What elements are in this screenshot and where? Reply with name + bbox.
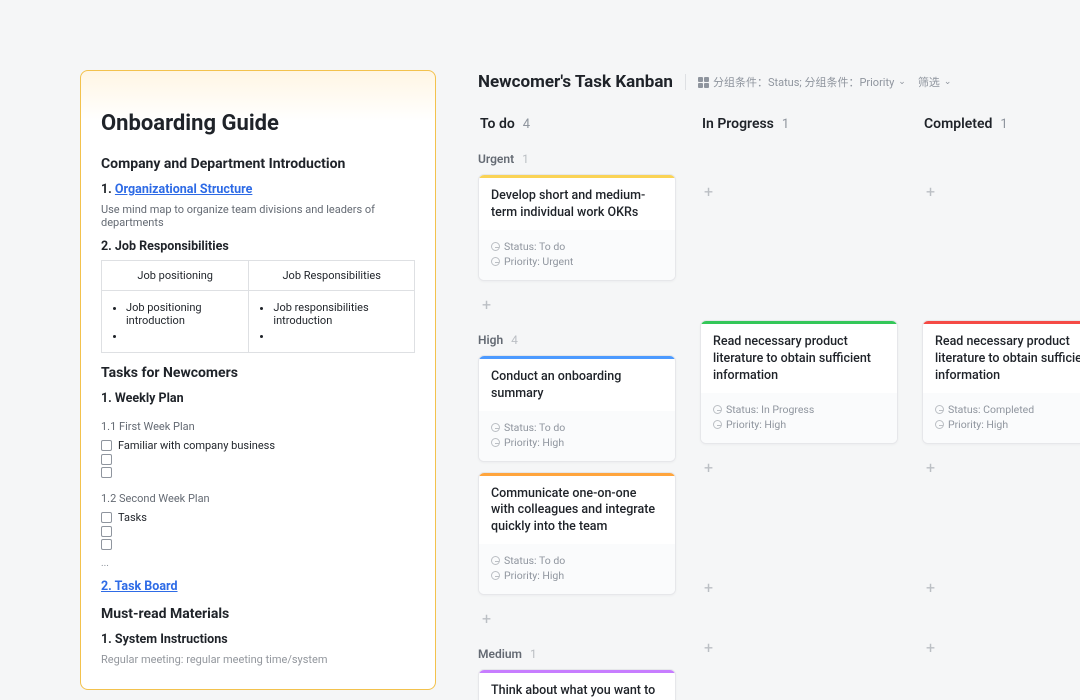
checklist-item[interactable]: Tasks: [101, 511, 415, 524]
table-header-positioning: Job positioning: [102, 261, 249, 291]
kanban-board: Newcomer's Task Kanban 分组条件：Status; 分组条件…: [478, 72, 1080, 700]
group-by-control[interactable]: 分组条件：Status; 分组条件：Priority ⌄: [698, 74, 906, 90]
priority-icon: [491, 438, 500, 447]
checklist-item[interactable]: [101, 467, 415, 478]
status-icon: [491, 242, 500, 251]
card-meta: Status: To do Priority: High: [479, 544, 675, 594]
add-card-button[interactable]: +: [478, 291, 676, 327]
column-header: Completed 1: [922, 110, 1080, 146]
kanban-card[interactable]: Think about what you want to do? What do…: [478, 669, 676, 700]
kanban-card[interactable]: Develop short and medium-term individual…: [478, 174, 676, 281]
section-tasks-newcomers: Tasks for Newcomers: [101, 365, 415, 381]
column-header: To do 4: [478, 110, 676, 146]
item-task-board: 2. Task Board: [101, 579, 415, 594]
card-title: Develop short and medium-term individual…: [479, 178, 675, 230]
table-cell: Job positioning introduction: [102, 291, 249, 353]
kanban-card[interactable]: Conduct an onboarding summary Status: To…: [478, 355, 676, 462]
add-card-button[interactable]: +: [700, 634, 898, 670]
card-meta: Status: In Progress Priority: High: [701, 393, 897, 443]
link-task-board[interactable]: 2. Task Board: [101, 579, 178, 594]
onboarding-guide-panel: Onboarding Guide Company and Department …: [80, 70, 436, 690]
checkbox-icon[interactable]: [101, 512, 112, 523]
kanban-header: Newcomer's Task Kanban 分组条件：Status; 分组条件…: [478, 72, 1080, 92]
kanban-card[interactable]: Read necessary product literature to obt…: [700, 320, 898, 444]
doc-title: Onboarding Guide: [101, 111, 415, 136]
column-header: In Progress 1: [700, 110, 898, 146]
week1-label: 1.1 First Week Plan: [101, 420, 415, 433]
priority-icon: [491, 571, 500, 580]
group-medium-header[interactable]: Medium 1: [478, 647, 676, 661]
priority-icon: [491, 257, 500, 266]
week2-label: 1.2 Second Week Plan: [101, 492, 415, 505]
add-card-button[interactable]: +: [700, 454, 898, 490]
card-title: Read necessary product literature to obt…: [701, 324, 897, 393]
checklist-item[interactable]: [101, 454, 415, 465]
add-card-button[interactable]: +: [922, 454, 1080, 490]
group-urgent-header[interactable]: Urgent 1: [478, 152, 676, 166]
card-title: Think about what you want to do? What do…: [479, 673, 675, 700]
add-card-button[interactable]: +: [922, 574, 1080, 610]
chevron-down-icon: ⌄: [944, 77, 952, 87]
table-header-responsibilities: Job Responsibilities: [249, 261, 415, 291]
checkbox-icon[interactable]: [101, 467, 112, 478]
item-system-instructions: 1. System Instructions: [101, 632, 415, 647]
item-job-responsibilities: 2. Job Responsibilities: [101, 239, 415, 254]
checklist-item[interactable]: [101, 539, 415, 550]
kanban-card[interactable]: Read necessary product literature to obt…: [922, 320, 1080, 444]
item-org-structure: 1. Organizational Structure: [101, 182, 415, 197]
divider: [685, 74, 686, 90]
chevron-down-icon: ⌄: [898, 77, 906, 87]
org-structure-desc: Use mind map to organize team divisions …: [101, 203, 415, 229]
checkbox-icon[interactable]: [101, 454, 112, 465]
checklist-item[interactable]: Familiar with company business: [101, 439, 415, 452]
section-company-intro: Company and Department Introduction: [101, 156, 415, 172]
add-card-button[interactable]: +: [700, 574, 898, 610]
kanban-column-todo: To do 4 Urgent 1 Develop short and mediu…: [478, 110, 676, 700]
priority-icon: [935, 420, 944, 429]
kanban-column-in-progress: In Progress 1 + Read necessary product l…: [700, 110, 898, 700]
card-title: Conduct an onboarding summary: [479, 359, 675, 411]
status-icon: [491, 556, 500, 565]
group-high-header[interactable]: High 4: [478, 333, 676, 347]
status-icon: [935, 405, 944, 414]
kanban-column-completed: Completed 1 + Read necessary product lit…: [922, 110, 1080, 700]
card-title: Communicate one-on-one with colleagues a…: [479, 476, 675, 545]
ellipsis: ...: [101, 558, 415, 569]
checkbox-icon[interactable]: [101, 440, 112, 451]
filter-control[interactable]: 筛选 ⌄: [918, 74, 952, 90]
add-card-button[interactable]: +: [700, 146, 898, 206]
card-meta: Status: To do Priority: Urgent: [479, 230, 675, 280]
checkbox-icon[interactable]: [101, 526, 112, 537]
system-instructions-cutoff: Regular meeting: regular meeting time/sy…: [101, 653, 415, 666]
kanban-title: Newcomer's Task Kanban: [478, 72, 673, 92]
section-must-read: Must-read Materials: [101, 606, 415, 622]
kanban-card[interactable]: Communicate one-on-one with colleagues a…: [478, 472, 676, 596]
item-weekly-plan: 1. Weekly Plan: [101, 391, 415, 406]
card-meta: Status: Completed Priority: High: [923, 393, 1080, 443]
link-org-structure[interactable]: Organizational Structure: [115, 182, 252, 197]
table-cell: Job responsibilities introduction: [249, 291, 415, 353]
add-card-button[interactable]: +: [922, 146, 1080, 206]
job-table: Job positioning Job Responsibilities Job…: [101, 260, 415, 353]
card-meta: Status: To do Priority: High: [479, 411, 675, 461]
add-card-button[interactable]: +: [478, 605, 676, 641]
checklist-item[interactable]: [101, 526, 415, 537]
priority-icon: [713, 420, 722, 429]
add-card-button[interactable]: +: [922, 634, 1080, 670]
status-icon: [713, 405, 722, 414]
card-title: Read necessary product literature to obt…: [923, 324, 1080, 393]
status-icon: [491, 423, 500, 432]
group-icon: [698, 77, 709, 88]
checkbox-icon[interactable]: [101, 539, 112, 550]
